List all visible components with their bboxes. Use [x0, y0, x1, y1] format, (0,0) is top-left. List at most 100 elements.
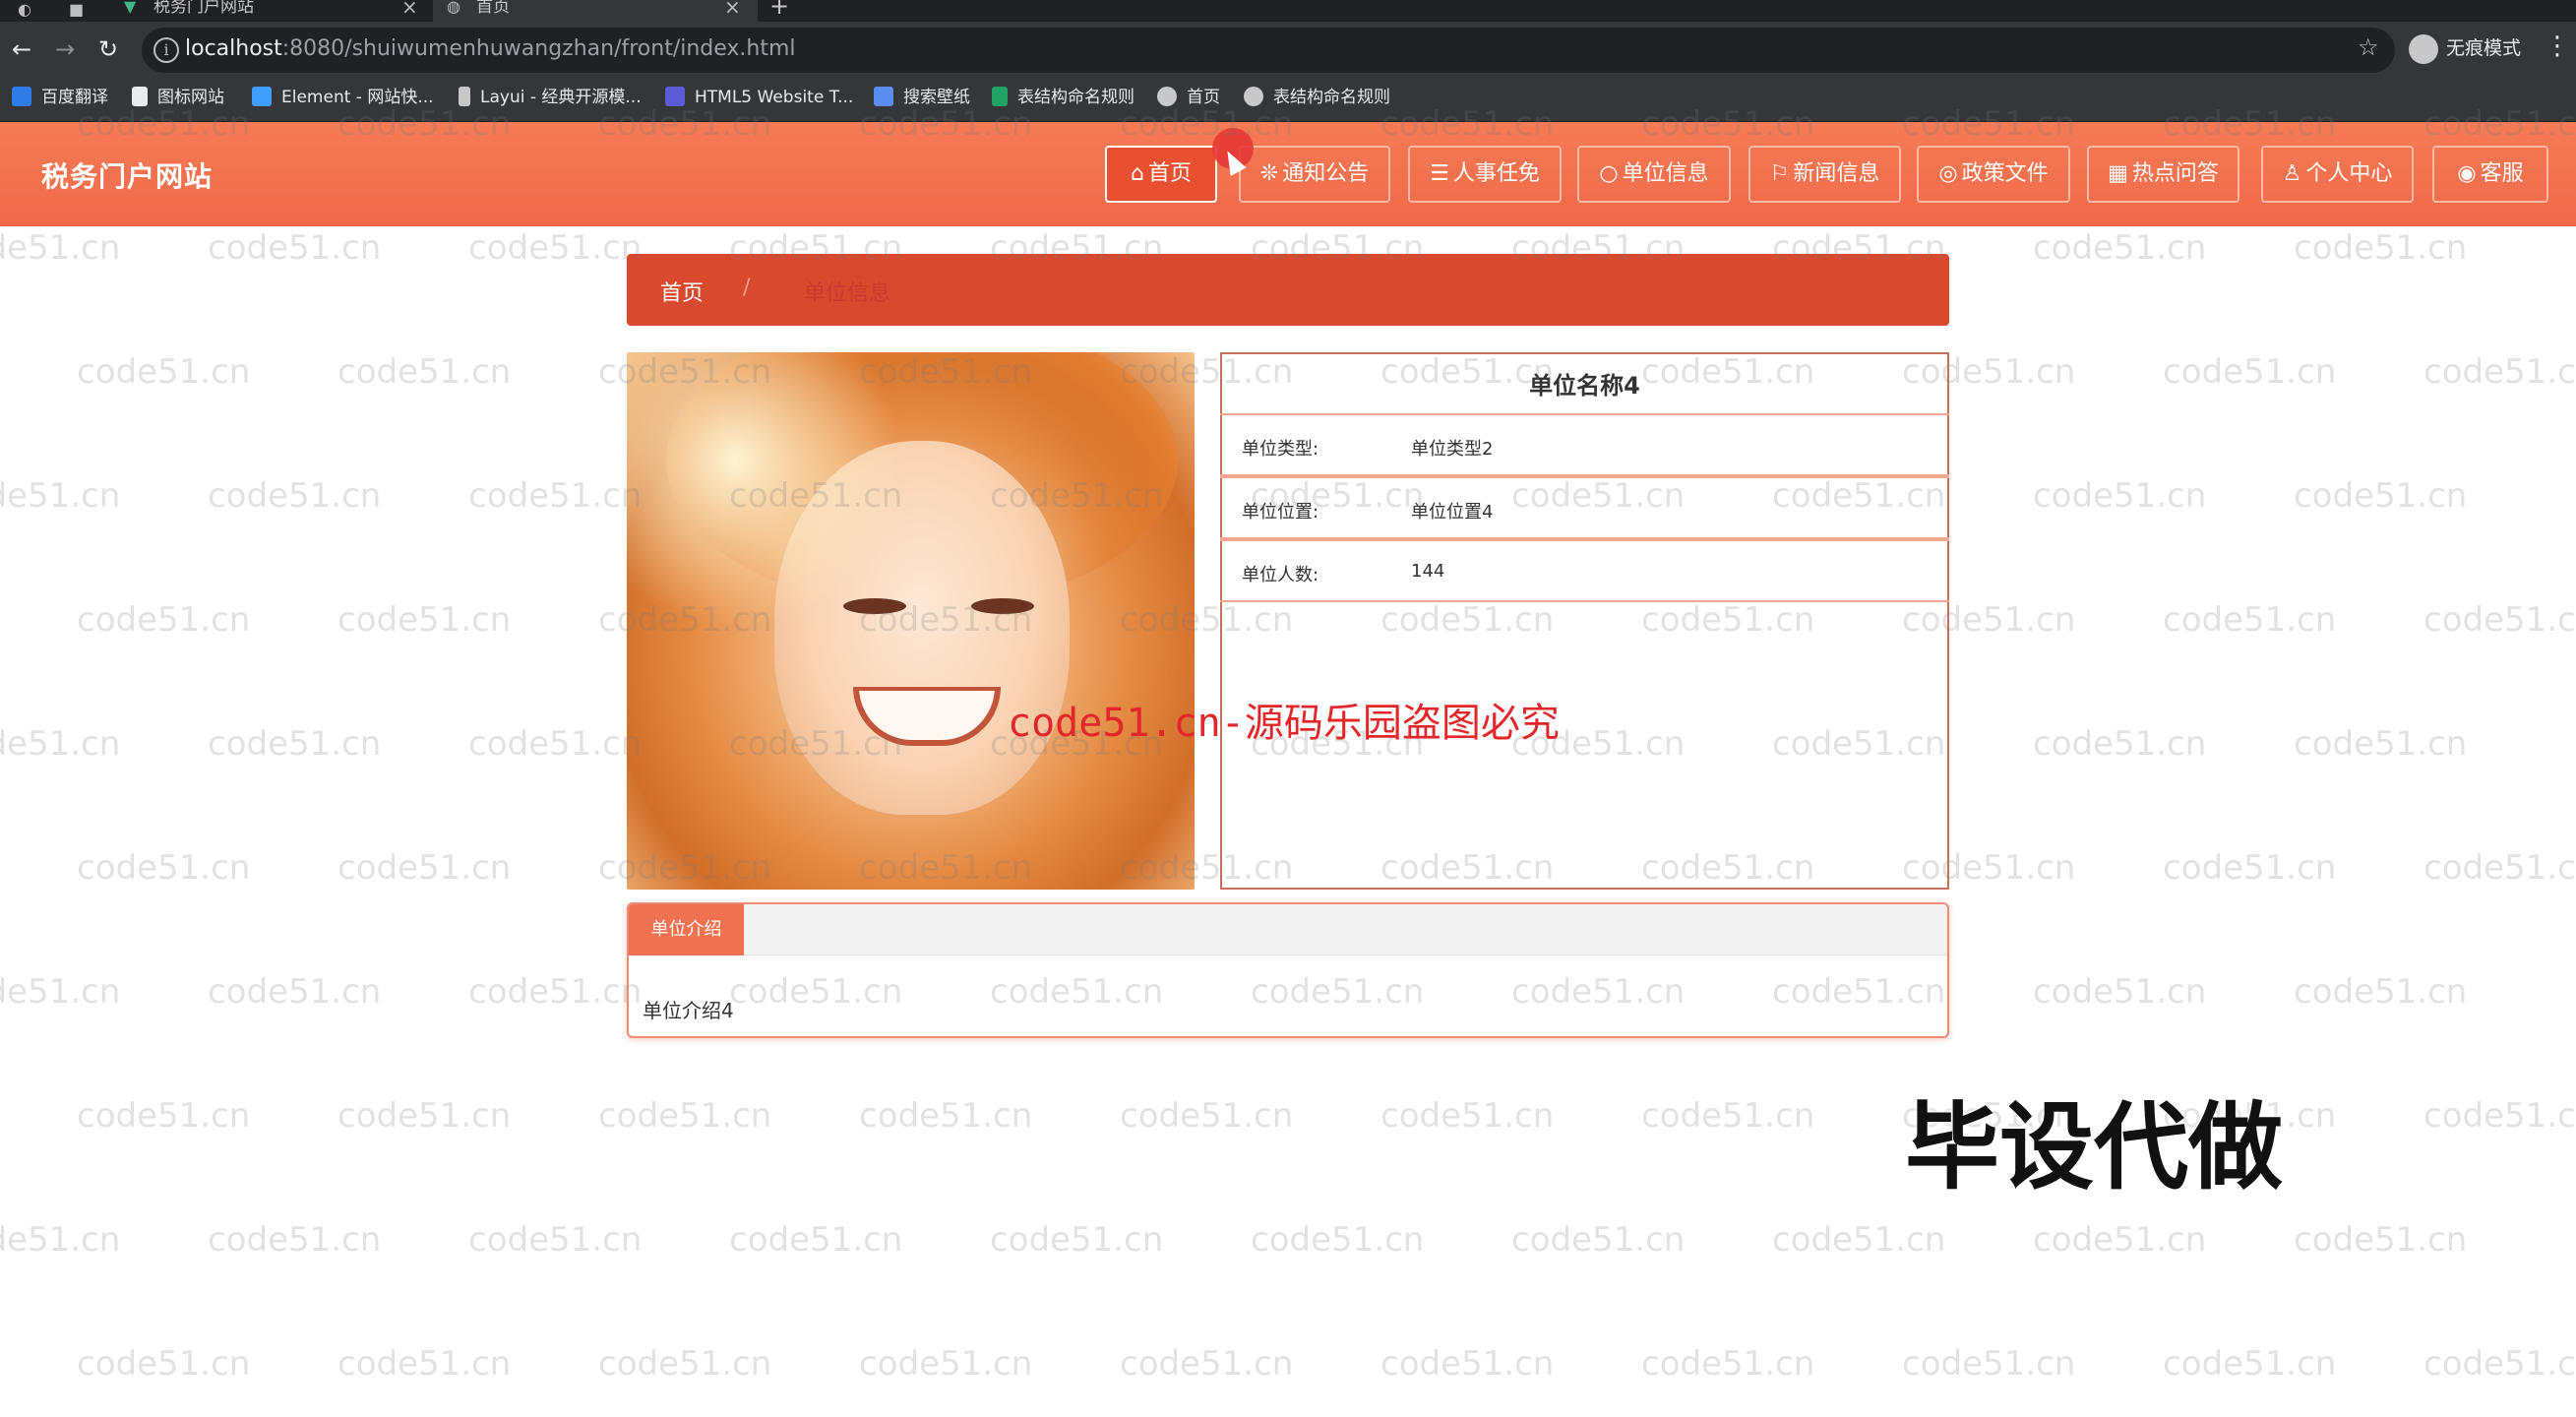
browser-menu-icon[interactable]: ◐ [18, 0, 39, 19]
nav-unit-info[interactable]: ○ 单位信息 [1577, 146, 1731, 203]
back-icon[interactable]: ← [12, 37, 31, 61]
browser-tab-0[interactable]: ▼ 税务门户网站 × [108, 0, 433, 22]
watermark-text: code51.cn [2163, 600, 2337, 640]
nav-policy[interactable]: ◎ 政策文件 [1917, 146, 2070, 203]
nav-label: 热点问答 [2131, 161, 2219, 186]
nav-label: 新闻信息 [1793, 161, 1880, 186]
nav-label: 首页 [1147, 161, 1192, 186]
info-value: 144 [1411, 561, 1445, 582]
incognito-icon [2409, 33, 2438, 64]
circle-icon: ○ [1599, 161, 1619, 186]
url-text[interactable]: localhost:8080/shuiwumenhuwangzhan/front… [185, 36, 796, 61]
watermark-text: code51.cn [2294, 476, 2468, 516]
incognito-indicator[interactable]: 无痕模式 [2409, 33, 2521, 64]
browser-tab-1[interactable]: ◍ 首页 × [433, 0, 758, 22]
watermark-center: code51.cn-源码乐园盗图必究 [1008, 701, 1560, 746]
nav-news[interactable]: ⚐ 新闻信息 [1748, 146, 1901, 203]
watermark-text: code51.cn [77, 600, 251, 640]
site-title[interactable]: 税务门户网站 [41, 155, 213, 195]
globe-icon [1244, 87, 1263, 106]
bookmark-label: HTML5 Website T... [695, 88, 854, 107]
breadcrumb-home[interactable]: 首页 [660, 276, 704, 307]
bookmark-star-icon[interactable]: ☆ [2358, 33, 2379, 61]
watermark-text: code51.cn [0, 1220, 121, 1260]
bookmark-label: 搜索壁纸 [903, 88, 970, 107]
breadcrumb-separator: / [743, 276, 751, 300]
new-tab-button[interactable]: + [769, 0, 789, 18]
close-icon[interactable]: × [401, 0, 418, 17]
bookmark-item[interactable]: Element - 网站快... [252, 87, 434, 108]
breadcrumb: 首页 / 单位信息 [627, 254, 1949, 326]
info-row-location: 单位位置: 单位位置4 [1220, 476, 1949, 539]
browser-toolbar: ← → ↻ i localhost:8080/shuiwumenhuwangzh… [0, 22, 2576, 79]
watermark-text: code51.cn [859, 1096, 1033, 1136]
translate-icon [12, 87, 31, 106]
bookmarks-bar: 百度翻译 图标网站 Element - 网站快... Layui - 经典开源模… [0, 77, 2576, 122]
browser-menu-icon[interactable]: ⋮ [2545, 31, 2570, 61]
nav-notice[interactable]: ❊ 通知公告 [1239, 146, 1390, 203]
watermark-text: code51.cn [468, 724, 643, 764]
nav-profile[interactable]: ♙ 个人中心 [2261, 146, 2414, 203]
bookmark-label: 表结构命名规则 [1273, 88, 1390, 107]
element-icon [252, 87, 272, 106]
html5-icon [665, 87, 685, 106]
watermark-text: code51.cn [337, 848, 512, 888]
watermark-text: code51.cn [468, 972, 643, 1012]
bookmark-item[interactable]: 首页 [1157, 87, 1220, 108]
reload-icon[interactable]: ↻ [98, 37, 118, 61]
intro-tab-bar: 单位介绍 [629, 904, 1947, 955]
bookmark-item[interactable]: 搜索壁纸 [874, 87, 970, 108]
watermark-text: code51.cn [77, 1096, 251, 1136]
browser-tab-label: 税务门户网站 [153, 0, 254, 17]
globe-icon [1157, 87, 1177, 106]
watermark-text: code51.cn [1380, 1344, 1555, 1384]
forward-icon[interactable]: → [55, 37, 75, 61]
watermark-text: code51.cn [468, 228, 643, 268]
info-value: 单位类型2 [1411, 439, 1494, 460]
watermark-text: code51.cn [2423, 1096, 2576, 1136]
watermark-text: code51.cn [2423, 600, 2576, 640]
home-icon: ⌂ [1131, 161, 1144, 186]
site-header: 税务门户网站 ⌂ 首页 ❊ 通知公告 ☰ 人事任免 ○ 单位信息 ⚐ 新闻信息 ◎ 政策文件… [0, 122, 2576, 226]
unit-name: 单位名称4 [1529, 372, 1640, 400]
window-icon[interactable]: ■ [69, 0, 91, 19]
watermark-text: code51.cn [337, 1096, 512, 1136]
nav-service[interactable]: ◉ 客服 [2432, 146, 2548, 203]
watermark-text: code51.cn [0, 724, 121, 764]
browser-tab-bar: ◐ ■ ▼ 税务门户网站 × ◍ 首页 × + [0, 0, 2576, 22]
watermark-text: code51.cn [77, 352, 251, 392]
watermark-text: code51.cn [468, 1220, 643, 1260]
bookmark-item[interactable]: 表结构命名规则 [1244, 87, 1390, 108]
watermark-text: code51.cn [337, 600, 512, 640]
site-info-icon[interactable]: i [153, 37, 179, 63]
vue-icon: ▼ [124, 0, 137, 16]
watermark-text: code51.cn [598, 1344, 772, 1384]
sheet-icon [992, 87, 1008, 106]
info-label: 单位类型: [1242, 439, 1319, 460]
info-label: 单位位置: [1242, 502, 1319, 523]
watermark-text: code51.cn [468, 476, 643, 516]
watermark-text: code51.cn [1380, 1096, 1555, 1136]
incognito-label: 无痕模式 [2446, 37, 2522, 59]
address-bar[interactable]: i localhost:8080/shuiwumenhuwangzhan/fro… [142, 28, 2395, 73]
watermark-text: code51.cn [208, 972, 382, 1012]
nav-faq[interactable]: ▦ 热点问答 [2087, 146, 2239, 203]
watermark-text: code51.cn [208, 228, 382, 268]
watermark-text: code51.cn [729, 1220, 903, 1260]
watermark-text: code51.cn [2033, 724, 2207, 764]
file-icon: ◎ [1938, 161, 1958, 186]
bookmark-item[interactable]: 图标网站 [132, 87, 224, 108]
bookmark-item[interactable]: HTML5 Website T... [665, 87, 853, 108]
bookmark-item[interactable]: Layui - 经典开源模... [459, 87, 642, 108]
nav-home[interactable]: ⌂ 首页 [1105, 146, 1217, 203]
bookmark-item[interactable]: 百度翻译 [12, 87, 108, 108]
bookmark-item[interactable]: 表结构命名规则 [992, 87, 1135, 108]
watermark-text: code51.cn [2163, 1344, 2337, 1384]
service-icon: ◉ [2457, 161, 2477, 186]
bookmark-label: 图标网站 [157, 88, 224, 107]
nav-personnel[interactable]: ☰ 人事任免 [1408, 146, 1562, 203]
close-icon[interactable]: × [724, 0, 741, 17]
watermark-text: code51.cn [1251, 1220, 1425, 1260]
layers-icon: ☰ [1430, 161, 1449, 186]
tab-unit-intro[interactable]: 单位介绍 [629, 904, 744, 955]
